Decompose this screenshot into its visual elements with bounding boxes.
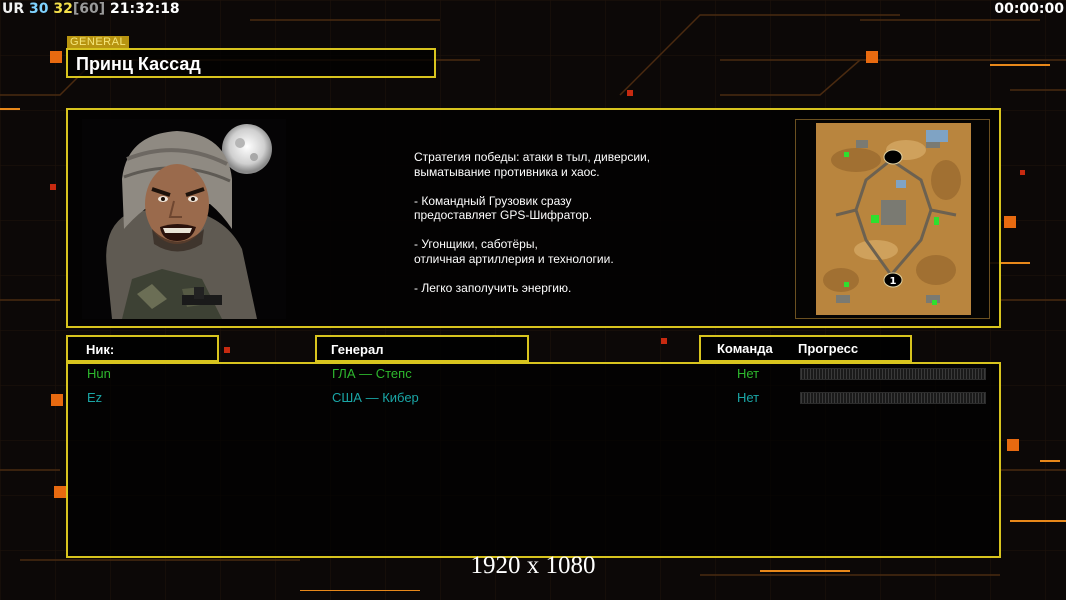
general-tag: GENERAL [67, 36, 130, 48]
player-nick: Ez [87, 390, 103, 405]
overlay-label: UR [2, 1, 25, 17]
general-portrait [82, 119, 286, 319]
column-label: Генерал [331, 342, 384, 357]
player-general: ГЛА — Степс [332, 366, 412, 381]
column-label-progress: Прогресс [798, 341, 859, 356]
game-timer: 00:00:00 [994, 1, 1064, 17]
start-marker-1: 1 [890, 276, 897, 287]
player-nick: Hun [87, 366, 111, 381]
map-preview: 1 [795, 119, 990, 319]
strategy-line: Стратегия победы: атаки в тыл, диверсии,… [414, 150, 651, 179]
column-header-team-progress: Команда Прогресс [699, 335, 912, 362]
column-label-team: Команда [717, 341, 773, 356]
player-general: США — Кибер [332, 390, 419, 405]
fps-overlay: UR 30 32[60] 21:32:18 [2, 1, 180, 17]
strategy-text: Стратегия победы: атаки в тыл, диверсии,… [414, 150, 734, 310]
progress-bar [800, 368, 986, 380]
column-header-nick: Ник: [66, 335, 219, 362]
general-title-box: Принц Кассад [66, 48, 436, 78]
overlay-clock: 21:32:18 [110, 1, 180, 17]
strategy-line: - Легко заполучить энергию. [414, 280, 572, 295]
strategy-line: - Угонщики, саботёры, отличная артиллери… [414, 237, 614, 266]
overlay-value-60: [60] [72, 1, 106, 17]
player-row: Hun ГЛА — Степс Нет [68, 364, 999, 384]
player-row: Ez США — Кибер Нет [68, 388, 999, 408]
player-team: Нет [737, 390, 760, 405]
overlay-value-32: 32 [53, 1, 73, 17]
column-label: Ник: [86, 342, 115, 357]
general-name: Принц Кассад [76, 54, 201, 74]
overlay-value-30: 30 [29, 1, 49, 17]
players-list: Hun ГЛА — Степс Нет Ez США — Кибер Нет [66, 362, 1001, 558]
general-info-panel: Стратегия победы: атаки в тыл, диверсии,… [66, 108, 1001, 328]
resolution-label: 1920 x 1080 [470, 552, 596, 579]
column-header-general: Генерал [315, 335, 529, 362]
progress-bar [800, 392, 986, 404]
strategy-line: - Командный Грузовик сразу предоставляет… [414, 193, 593, 223]
player-team: Нет [737, 366, 760, 381]
